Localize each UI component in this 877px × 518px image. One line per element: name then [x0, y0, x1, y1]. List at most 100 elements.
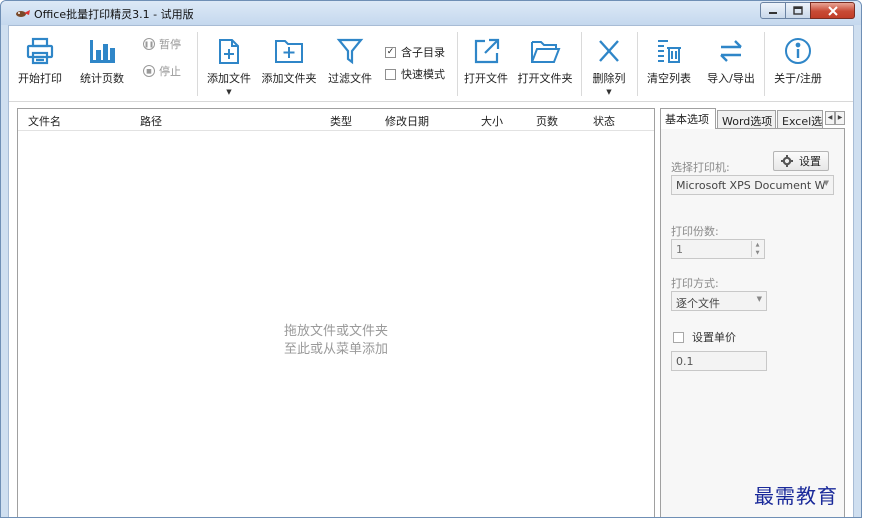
column-header-pages[interactable]: 页数: [536, 113, 558, 129]
printer-settings-label: 设置: [799, 155, 821, 168]
delete-column-dropdown-icon[interactable]: ▼: [606, 88, 611, 96]
filter-file-label: 过滤文件: [328, 72, 372, 85]
minimize-icon: [769, 11, 777, 14]
unit-price-input[interactable]: 0.1: [671, 351, 767, 371]
empty-hint-line1: 拖放文件或文件夹: [283, 324, 388, 339]
clear-list-button[interactable]: 清空列表: [641, 26, 697, 102]
toolbar: 开始打印 统计页数 ❚❚ 暂停 ■ 停止 添加文件 ▼ 添加文件夹 过滤文件 ✓…: [9, 26, 853, 102]
empty-hint-line2: 至此或从菜单添加: [283, 342, 388, 357]
basic-options-page: 选择打印机: 设置 Microsoft XPS Document W ▼ 打印份…: [660, 128, 845, 517]
options-panel: 基本选项 Word选项 Excel选 ◀ ▶ 选择打印机: 设置 Microso…: [660, 108, 845, 517]
set-unit-price-label: 设置单价: [692, 331, 736, 344]
fast-mode-check-icon: [385, 68, 396, 80]
client-area: 开始打印 统计页数 ❚❚ 暂停 ■ 停止 添加文件 ▼ 添加文件夹 过滤文件 ✓…: [8, 25, 854, 517]
count-pages-button[interactable]: 统计页数: [71, 26, 133, 102]
printer-select[interactable]: Microsoft XPS Document W ▼: [671, 175, 834, 195]
import-export-label: 导入/导出: [707, 72, 755, 85]
set-unit-price-checkbox[interactable]: 设置单价: [673, 329, 736, 345]
add-file-dropdown-icon[interactable]: ▼: [226, 88, 231, 96]
include-subdir-checkbox[interactable]: ✓ 含子目录: [385, 44, 445, 60]
print-mode-label: 打印方式:: [671, 277, 719, 290]
import-export-button[interactable]: 导入/导出: [699, 26, 763, 102]
stop-button[interactable]: ■ 停止: [143, 63, 181, 79]
app-logo-icon: [16, 10, 30, 17]
pause-icon: ❚❚: [143, 38, 155, 50]
count-pages-label: 统计页数: [80, 72, 124, 85]
start-print-label: 开始打印: [18, 72, 62, 85]
gear-icon: [781, 155, 793, 167]
delete-x-icon: [599, 40, 619, 62]
column-header-modified-date[interactable]: 修改日期: [385, 113, 429, 129]
include-subdir-label: 含子目录: [401, 46, 445, 59]
tab-word-options[interactable]: Word选项: [717, 110, 776, 128]
select-printer-label: 选择打印机:: [671, 161, 730, 174]
filter-icon: [336, 38, 364, 65]
toolbar-separator: [637, 32, 638, 96]
open-external-icon: [474, 38, 500, 64]
fast-mode-checkbox[interactable]: 快速模式: [385, 66, 445, 82]
open-file-button[interactable]: 打开文件: [459, 26, 513, 102]
empty-list-hint: 拖放文件或文件夹 至此或从菜单添加: [18, 323, 654, 359]
close-icon: [827, 5, 838, 16]
column-header-filename[interactable]: 文件名: [28, 113, 61, 129]
stepper-down-icon[interactable]: ▼: [752, 249, 763, 257]
start-print-button[interactable]: 开始打印: [11, 26, 69, 102]
watermark-text: 最需教育: [754, 484, 838, 508]
add-folder-icon: [275, 40, 303, 63]
file-list[interactable]: 文件名 路径 类型 修改日期 大小 页数 状态 拖放文件或文件夹 至此或从菜单添…: [17, 108, 655, 517]
fast-mode-label: 快速模式: [401, 68, 445, 81]
chevron-down-icon: ▼: [823, 179, 829, 187]
print-mode-select[interactable]: 逐个文件 ▼: [671, 291, 767, 311]
tab-scroll-right-icon[interactable]: ▶: [835, 111, 845, 125]
pause-label: 暂停: [159, 38, 181, 51]
close-button[interactable]: [810, 2, 855, 19]
print-mode-value: 逐个文件: [676, 297, 720, 310]
toolbar-separator: [197, 32, 198, 96]
toolbar-separator: [581, 32, 582, 96]
minimize-button[interactable]: [760, 2, 786, 19]
delete-column-button[interactable]: 删除列 ▼: [585, 26, 633, 102]
printer-select-value: Microsoft XPS Document W: [676, 179, 826, 192]
add-folder-button[interactable]: 添加文件夹: [257, 26, 321, 102]
tab-excel-options[interactable]: Excel选: [777, 110, 823, 128]
printer-settings-button[interactable]: 设置: [773, 151, 829, 171]
maximize-icon: [793, 6, 803, 15]
about-register-button[interactable]: 关于/注册: [765, 26, 831, 102]
open-folder-icon: [531, 41, 561, 63]
unit-price-value: 0.1: [676, 355, 694, 368]
include-subdir-check-icon: ✓: [385, 46, 396, 58]
column-header-status[interactable]: 状态: [593, 113, 615, 129]
printer-icon: [26, 37, 54, 65]
about-register-label: 关于/注册: [774, 72, 822, 85]
add-file-label: 添加文件: [207, 72, 251, 85]
tab-scroll-left-icon[interactable]: ◀: [825, 111, 835, 125]
delete-column-label: 删除列: [592, 72, 626, 85]
filter-file-button[interactable]: 过滤文件: [322, 26, 378, 102]
chevron-down-icon: ▼: [756, 295, 762, 303]
window-frame-left: [1, 25, 8, 517]
column-header-size[interactable]: 大小: [481, 113, 503, 129]
import-export-icon: [720, 40, 742, 62]
toolbar-separator: [457, 32, 458, 96]
column-header-path[interactable]: 路径: [140, 113, 162, 129]
set-unit-price-check-icon: [673, 331, 684, 343]
copies-stepper[interactable]: 1 ▲ ▼: [671, 239, 765, 259]
open-folder-button[interactable]: 打开文件夹: [513, 26, 577, 102]
title-bar[interactable]: Office批量打印精灵3.1 - 试用版: [1, 1, 861, 25]
window-title: Office批量打印精灵3.1 - 试用版: [34, 8, 194, 21]
copies-value: 1: [676, 243, 683, 256]
stepper-up-icon[interactable]: ▲: [752, 241, 763, 249]
info-icon: [785, 38, 811, 64]
add-file-icon: [219, 39, 239, 64]
tab-basic-options[interactable]: 基本选项: [660, 108, 716, 129]
clear-list-label: 清空列表: [647, 72, 691, 85]
pause-button[interactable]: ❚❚ 暂停: [143, 36, 181, 52]
add-file-button[interactable]: 添加文件 ▼: [201, 26, 257, 102]
open-file-label: 打开文件: [464, 72, 508, 85]
column-header-type[interactable]: 类型: [330, 113, 352, 129]
copies-label: 打印份数:: [671, 225, 719, 238]
tab-scroll-buttons: ◀ ▶: [825, 111, 845, 125]
maximize-button[interactable]: [785, 2, 811, 19]
stop-icon: ■: [143, 65, 155, 77]
open-folder-label: 打开文件夹: [517, 72, 573, 85]
